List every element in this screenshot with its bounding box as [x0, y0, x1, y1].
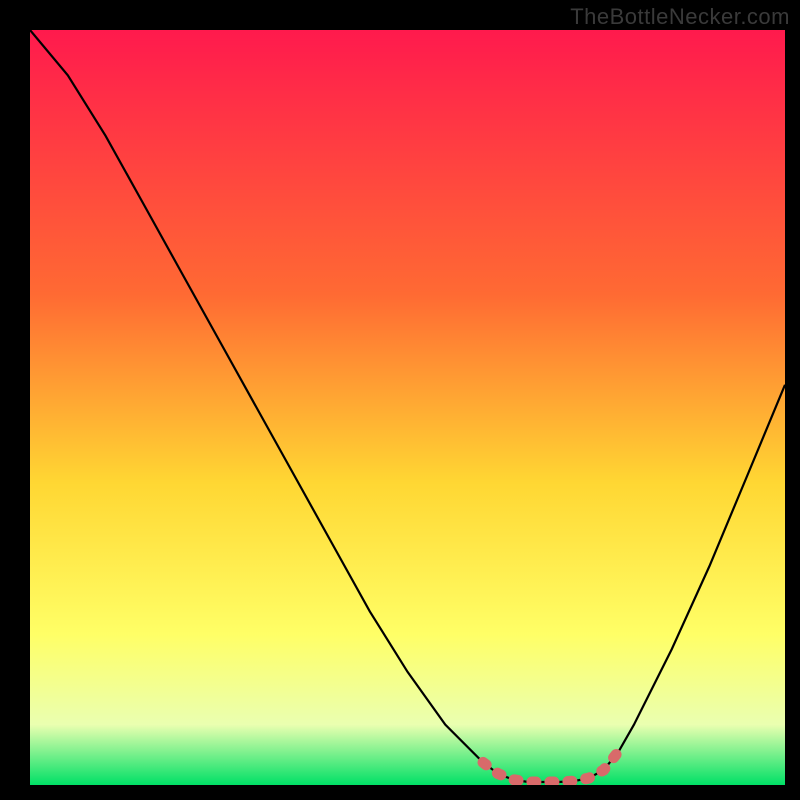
bottleneck-curve-chart — [30, 30, 785, 785]
chart-frame: TheBottleNecker.com — [0, 0, 800, 800]
watermark-text: TheBottleNecker.com — [570, 4, 790, 30]
plot-area — [30, 30, 785, 785]
